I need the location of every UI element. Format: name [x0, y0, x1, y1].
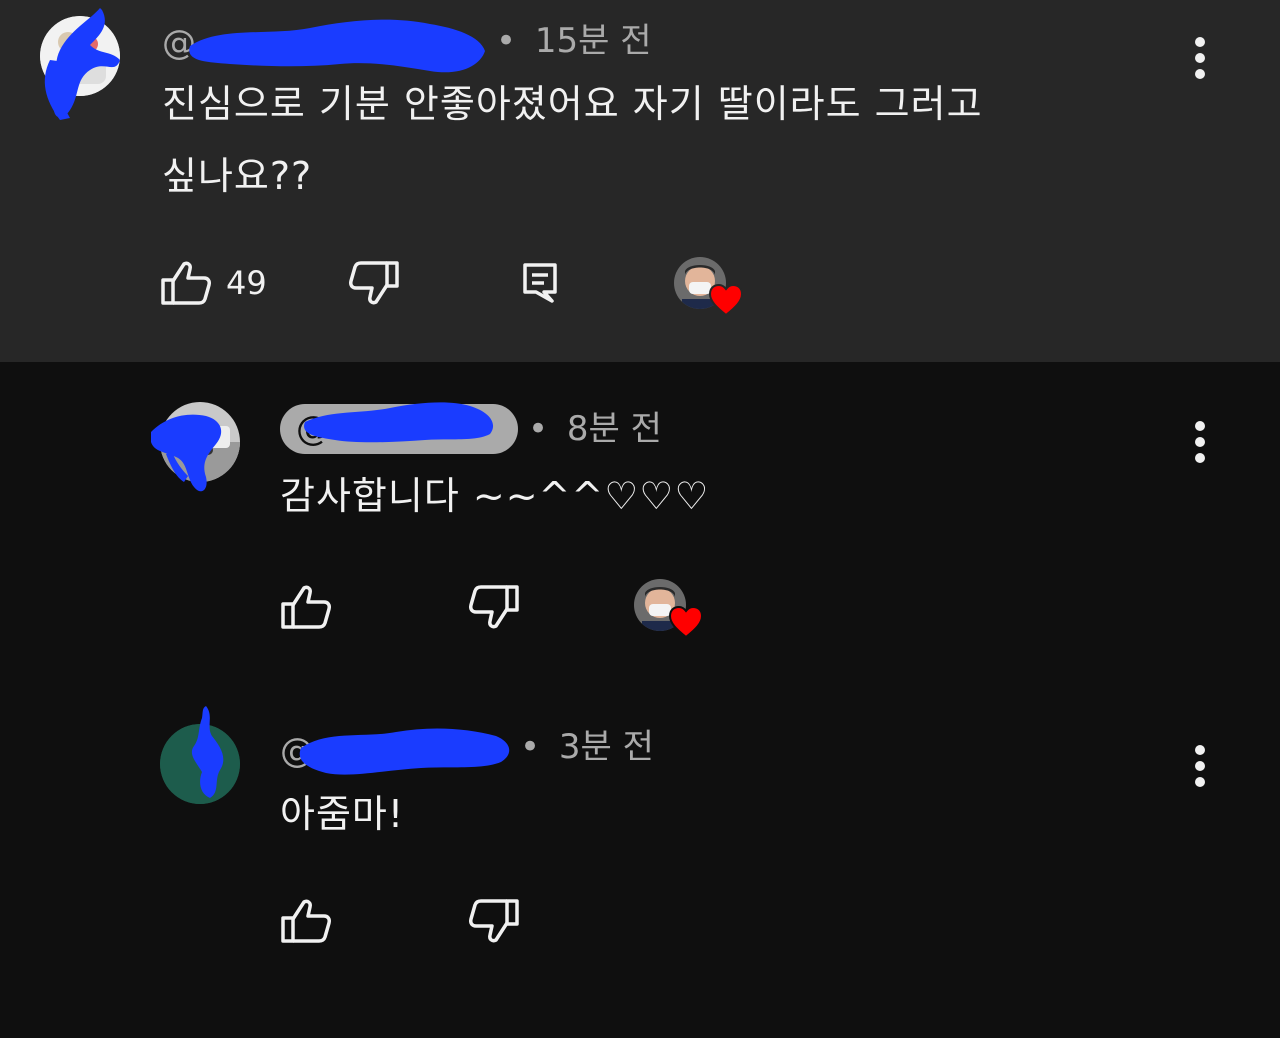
comment-author-handle[interactable]: @	[280, 734, 314, 768]
separator-dot: •	[528, 409, 549, 449]
like-count: 49	[226, 264, 267, 302]
separator-dot: •	[520, 727, 541, 767]
more-vert-icon[interactable]	[1180, 28, 1220, 88]
comment-body-line: 진심으로 기분 안좋아졌어요 자기 딸이라도 그러고	[162, 82, 983, 126]
dislike-button[interactable]	[348, 260, 400, 306]
comment-timestamp: • 3분 전	[520, 730, 654, 764]
comment-body: 진심으로 기분 안좋아졌어요 자기 딸이라도 그러고 싶나요??	[162, 68, 1162, 212]
dislike-button[interactable]	[468, 898, 520, 944]
dislike-button[interactable]	[468, 584, 520, 630]
creator-heart-badge	[674, 257, 746, 317]
reply-button[interactable]	[522, 262, 558, 304]
comment-1: @ • 15분 전 진심으로 기분 안좋아졌어요 자기 딸이라도 그러고 싶나요…	[0, 0, 1280, 362]
like-button[interactable]	[280, 898, 332, 944]
comment-body: 감사합니다 ~~^^♡♡♡	[280, 474, 710, 518]
thumbs-up-icon	[280, 898, 332, 944]
comment-author-handle[interactable]: @	[280, 404, 518, 454]
comment-2: @ • 8분 전 감사합니다 ~~^^♡♡♡	[0, 362, 1280, 678]
comment-author-handle[interactable]: @	[162, 26, 196, 60]
creator-heart-badge	[634, 579, 706, 639]
avatar[interactable]	[160, 724, 240, 804]
comment-body-line: 싶나요??	[162, 154, 313, 198]
comment-3: @ • 3분 전 아줌마!	[0, 678, 1280, 1038]
more-vert-icon[interactable]	[1180, 736, 1220, 796]
creator-heart-icon	[708, 283, 744, 321]
more-vert-icon[interactable]	[1180, 412, 1220, 472]
time-text: 15분 전	[534, 21, 652, 61]
like-button[interactable]	[280, 584, 332, 630]
avatar[interactable]	[160, 402, 240, 482]
separator-dot: •	[496, 21, 517, 61]
reply-icon	[522, 262, 558, 304]
thumbs-down-icon	[468, 898, 520, 944]
comment-timestamp: • 8분 전	[528, 412, 662, 446]
thumbs-down-icon	[348, 260, 400, 306]
comment-body: 아줌마!	[280, 792, 405, 836]
thumbs-down-icon	[468, 584, 520, 630]
like-button[interactable]: 49	[160, 260, 267, 306]
comment-thread: @ • 15분 전 진심으로 기분 안좋아졌어요 자기 딸이라도 그러고 싶나요…	[0, 0, 1280, 1038]
thumbs-up-icon	[280, 584, 332, 630]
thumbs-up-icon	[160, 260, 212, 306]
avatar[interactable]	[40, 16, 120, 96]
comment-timestamp: • 15분 전	[496, 24, 652, 58]
time-text: 3분 전	[558, 727, 654, 767]
time-text: 8분 전	[566, 409, 662, 449]
creator-heart-icon	[668, 605, 704, 643]
